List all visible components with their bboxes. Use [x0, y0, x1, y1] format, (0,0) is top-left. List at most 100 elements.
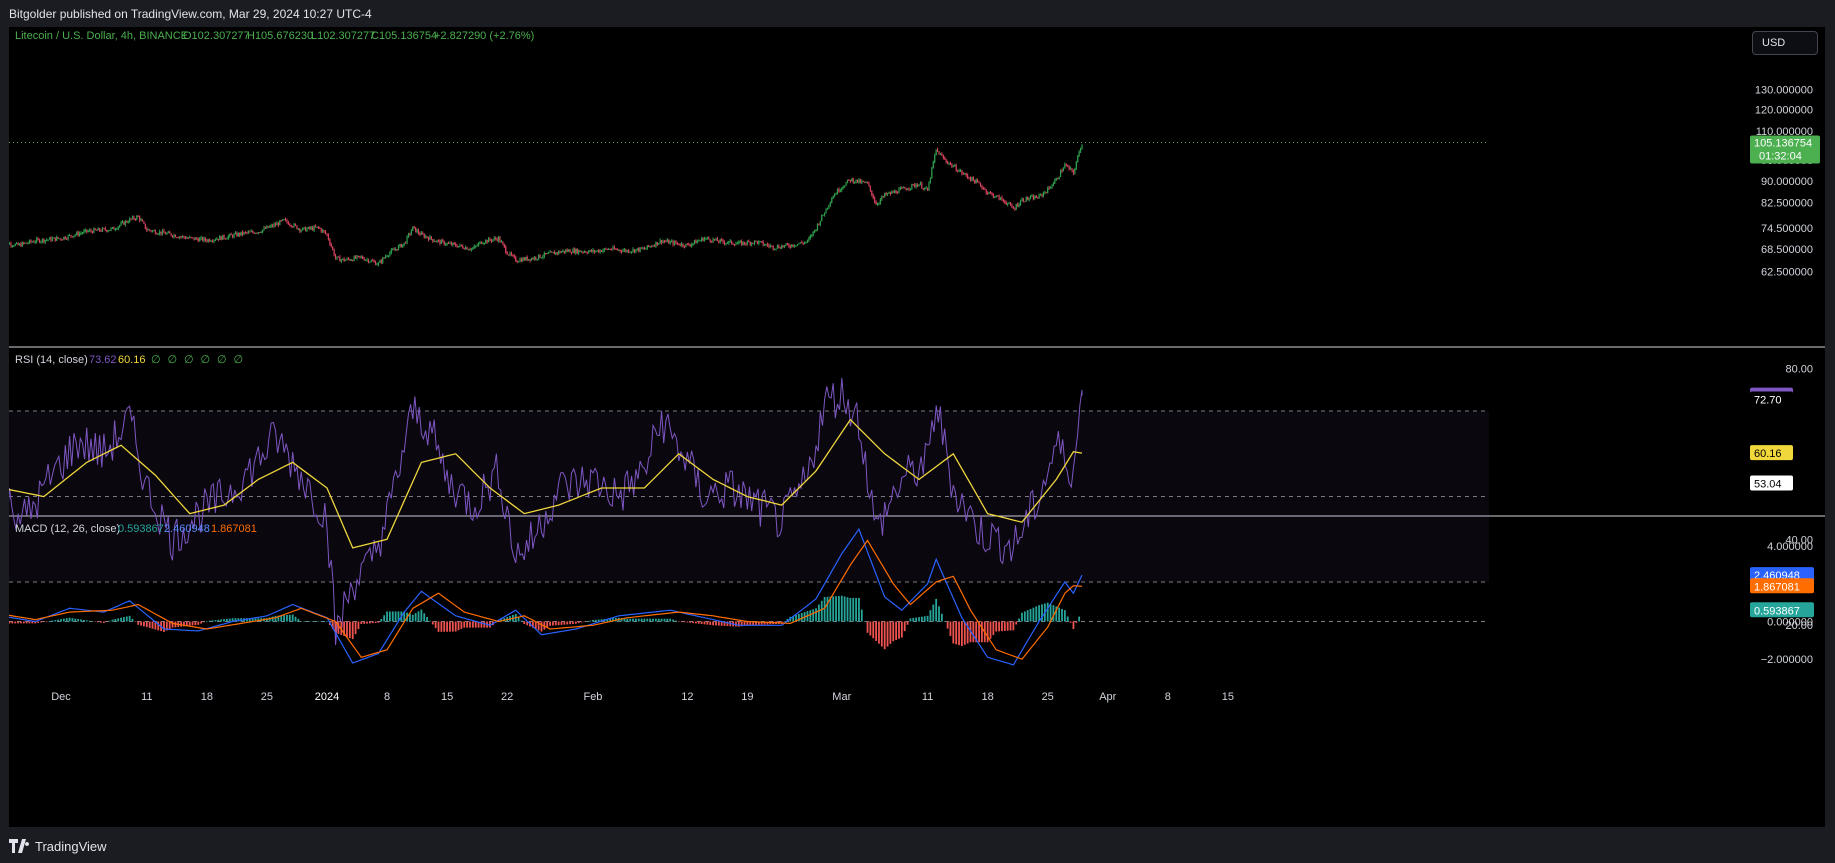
candle-body — [663, 241, 666, 243]
candle-body — [339, 256, 341, 262]
candle-body — [233, 234, 235, 238]
macd-histogram-bar — [363, 621, 366, 624]
candle-body — [819, 220, 821, 225]
last-price-label: 105.136754 — [1754, 138, 1812, 150]
candle-body — [9, 243, 11, 245]
candle-body — [538, 254, 540, 259]
candle-body — [437, 240, 440, 242]
candle-body — [359, 255, 361, 257]
candle-body — [184, 237, 187, 239]
macd-histogram-bar — [875, 621, 877, 641]
macd-histogram-bar — [737, 621, 740, 627]
candle-body — [1002, 199, 1004, 201]
candle-body — [237, 233, 239, 237]
candle-body — [312, 227, 314, 231]
candle-body — [299, 228, 301, 232]
candle-body — [891, 191, 893, 194]
candle-body — [409, 233, 411, 235]
candle-body — [136, 216, 138, 220]
candle-body — [871, 190, 873, 196]
macd-histogram-bar — [574, 621, 577, 624]
currency-button[interactable]: USD — [1752, 31, 1818, 55]
macd-axis-label: 0.593867 — [1754, 605, 1800, 617]
candle-body — [74, 234, 76, 236]
candle-body — [303, 227, 305, 229]
candle-body — [951, 163, 953, 167]
candle-body — [965, 173, 967, 176]
candle-body — [27, 243, 29, 245]
candle-body — [439, 240, 441, 244]
candle-body — [357, 255, 360, 257]
macd-histogram-bar — [632, 618, 634, 622]
candle-body — [978, 181, 980, 183]
macd-histogram-bar — [629, 618, 632, 622]
candle-body — [40, 241, 42, 243]
candle-body — [242, 231, 244, 235]
candle-body — [746, 241, 748, 245]
macd-histogram-bar — [157, 621, 160, 631]
candle-body — [759, 241, 761, 243]
macd-histogram-bar — [208, 620, 211, 622]
macd-histogram-bar — [712, 621, 714, 626]
candle-body — [645, 248, 647, 250]
candle-body — [569, 249, 571, 253]
candle-body — [875, 202, 877, 205]
macd-histogram-bar — [71, 618, 74, 622]
candle-body — [1065, 164, 1067, 166]
candle-body — [483, 242, 485, 244]
candle-body — [273, 224, 275, 227]
candle-body — [97, 228, 99, 231]
candle-body — [290, 225, 292, 227]
candle-body — [407, 233, 410, 237]
candle-body — [1077, 155, 1079, 163]
macd-histogram-bar — [294, 616, 297, 622]
macd-histogram-bar — [926, 615, 929, 622]
candle-body — [322, 230, 324, 232]
candle-body — [389, 252, 391, 256]
candle-body — [573, 249, 575, 254]
candle-body — [1047, 187, 1049, 193]
macd-histogram-bar — [134, 621, 137, 622]
candle-body — [967, 175, 969, 178]
rsi-ma-legend-value: 60.16 — [118, 354, 146, 366]
candle-body — [470, 248, 473, 250]
candle-body — [1004, 200, 1006, 203]
candle-body — [256, 232, 258, 234]
candle-body — [455, 243, 457, 246]
candle-body — [605, 248, 607, 250]
macd-histogram-bar — [932, 604, 935, 622]
candle-body — [785, 243, 787, 246]
candle-body — [815, 230, 817, 232]
candle-body — [48, 237, 51, 240]
candle-body — [705, 238, 707, 240]
macd-histogram-bar — [1003, 621, 1006, 631]
candle-body — [586, 252, 588, 254]
chart-container[interactable]: 130.000000120.000000110.00000098.0000009… — [9, 27, 1825, 827]
macd-histogram-bar — [1058, 607, 1061, 622]
candle-body — [250, 231, 252, 233]
candle-body — [949, 163, 952, 165]
candle-body — [385, 256, 387, 258]
candle-body — [131, 216, 134, 219]
candle-body — [422, 232, 424, 235]
candle-body — [403, 242, 405, 245]
candle-body — [752, 242, 754, 244]
candle-body — [620, 250, 623, 252]
macd-histogram-bar — [429, 620, 431, 622]
candle-body — [793, 245, 796, 247]
macd-histogram-bar — [557, 621, 560, 626]
macd-histogram-bar — [689, 621, 692, 623]
candle-body — [595, 251, 597, 253]
macd-histogram-bar — [348, 621, 351, 639]
candle-body — [200, 237, 202, 239]
candle-body — [884, 193, 886, 197]
candle-body — [711, 241, 713, 243]
chart-canvas[interactable]: 130.000000120.000000110.00000098.0000009… — [9, 27, 1825, 827]
candle-body — [812, 231, 814, 236]
candle-body — [699, 240, 701, 242]
candle-body — [110, 228, 112, 231]
macd-histogram-bar — [311, 621, 314, 622]
candle-body — [334, 255, 337, 259]
macd-histogram-bar — [357, 621, 360, 630]
candle-body — [811, 235, 813, 237]
